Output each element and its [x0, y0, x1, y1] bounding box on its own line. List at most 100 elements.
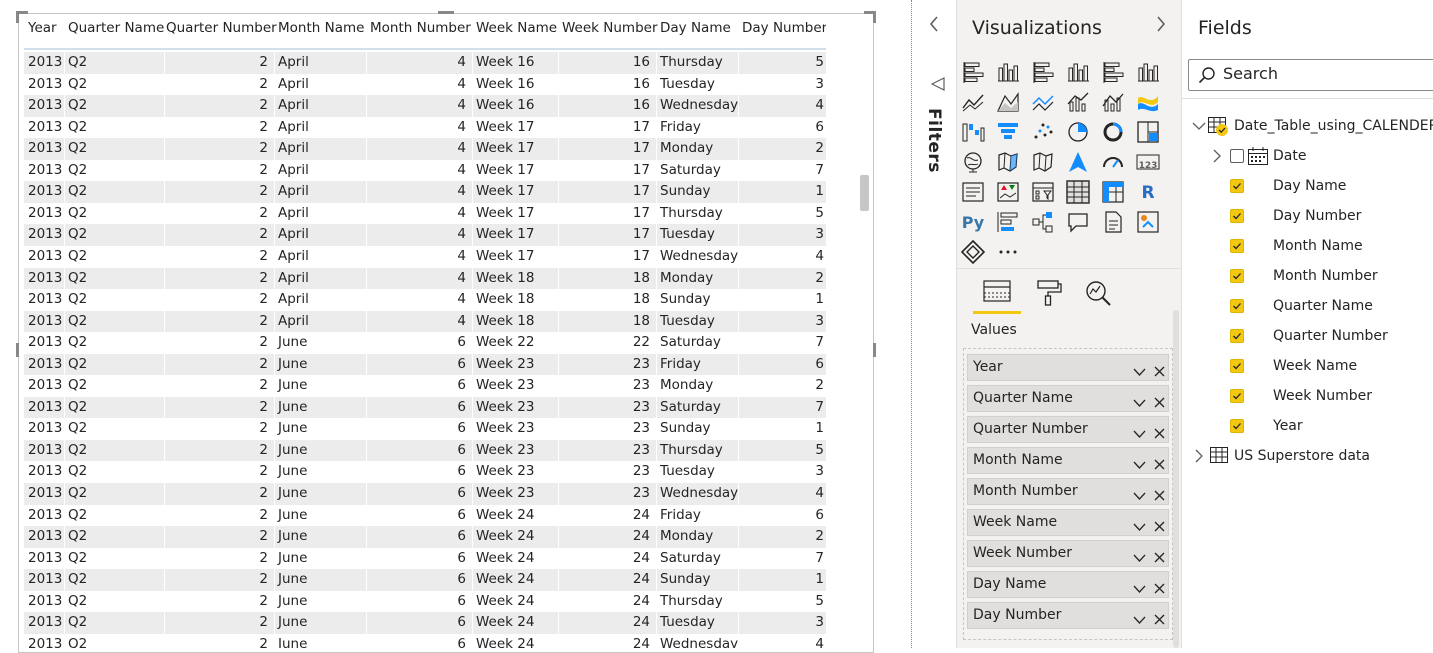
python-visual-icon[interactable]: Py: [961, 210, 985, 234]
header-col-quarter-name[interactable]: Quarter Name: [68, 20, 164, 36]
field-well-month-number[interactable]: Month Number: [967, 478, 1169, 505]
chevron-down-icon[interactable]: [1133, 610, 1146, 629]
table-row[interactable]: 2013 Q2 2 June 6 Week 24 24 Sunday 1: [24, 569, 826, 591]
close-icon[interactable]: [1154, 424, 1165, 443]
chevron-down-icon[interactable]: [1133, 517, 1146, 536]
gauge-icon[interactable]: [1101, 150, 1125, 174]
multi-row-card-icon[interactable]: [961, 180, 985, 204]
table-row[interactable]: 2013 Q2 2 April 4 Week 17 17 Monday 2: [24, 138, 826, 160]
table-row[interactable]: 2013 Q2 2 April 4 Week 17 17 Tuesday 3: [24, 224, 826, 246]
table-row[interactable]: 2013 Q2 2 April 4 Week 16 16 Tuesday 3: [24, 74, 826, 96]
close-icon[interactable]: [1154, 486, 1165, 505]
chevron-left-icon[interactable]: [928, 14, 940, 38]
field-checkbox-checked[interactable]: [1230, 239, 1244, 253]
close-icon[interactable]: [1154, 362, 1165, 381]
table-row[interactable]: 2013 Q2 2 April 4 Week 18 18 Tuesday 3: [24, 310, 826, 333]
filled-map-icon[interactable]: [996, 150, 1020, 174]
field-checkbox[interactable]: [1230, 149, 1244, 163]
field-well-quarter-number[interactable]: Quarter Number: [967, 416, 1169, 443]
power-apps-icon[interactable]: [960, 239, 986, 265]
waterfall-chart-icon[interactable]: [961, 120, 985, 144]
kpi-icon[interactable]: [996, 180, 1020, 204]
field-well-week-number[interactable]: Week Number: [967, 540, 1169, 567]
header-col-day-name[interactable]: Day Name: [660, 20, 731, 36]
field-checkbox-checked[interactable]: [1230, 329, 1244, 343]
field-checkbox-checked[interactable]: [1230, 269, 1244, 283]
chevron-down-icon[interactable]: [1133, 424, 1146, 443]
field-checkbox-checked[interactable]: [1230, 299, 1244, 313]
table-row[interactable]: 2013 Q2 2 June 6 Week 23 23 Saturday 7: [24, 396, 826, 419]
field-well-day-name[interactable]: Day Name: [967, 571, 1169, 598]
header-col-month-number[interactable]: Month Number: [370, 20, 471, 36]
line-and-stacked-column-chart-icon[interactable]: [1066, 90, 1090, 114]
close-icon[interactable]: [1154, 610, 1165, 629]
search-box[interactable]: [1188, 59, 1433, 91]
chevron-down-icon[interactable]: [1133, 455, 1146, 474]
table-row[interactable]: 2013 Q2 2 April 4 Week 17 17 Saturday 7: [24, 160, 826, 182]
chevron-down-icon[interactable]: [1192, 120, 1206, 136]
pane-scrollbar[interactable]: [1173, 310, 1179, 648]
paginated-report-icon[interactable]: [1136, 210, 1160, 234]
chevron-down-icon[interactable]: [1133, 486, 1146, 505]
field-checkbox-checked[interactable]: [1230, 419, 1244, 433]
header-col-day-number[interactable]: Day Number: [742, 20, 826, 36]
smart-narrative-icon[interactable]: [1101, 210, 1125, 234]
chevron-down-icon[interactable]: [1133, 362, 1146, 381]
header-col-week-number[interactable]: Week Number: [562, 20, 658, 36]
fields-tab-icon[interactable]: [982, 278, 1012, 308]
table-row[interactable]: 2013 Q2 2 June 6 Week 24 24 Friday 6: [24, 505, 826, 527]
chevron-right-icon[interactable]: [1194, 449, 1204, 467]
line-and-clustered-column-chart-icon[interactable]: [1101, 90, 1125, 114]
field-well-week-name[interactable]: Week Name: [967, 509, 1169, 536]
field-well-quarter-name[interactable]: Quarter Name: [967, 385, 1169, 412]
card-icon[interactable]: 123: [1136, 150, 1160, 174]
table-row[interactable]: 2013 Q2 2 June 6 Week 23 23 Monday 2: [24, 375, 826, 397]
analytics-magnifier-icon[interactable]: [1083, 278, 1113, 308]
table-row[interactable]: 2013 Q2 2 June 6 Week 24 24 Monday 2: [24, 526, 826, 548]
header-col-month-name[interactable]: Month Name: [278, 20, 364, 36]
table-row[interactable]: 2013 Q2 2 June 6 Week 23 23 Sunday 1: [24, 418, 826, 440]
scatter-chart-icon[interactable]: [1031, 120, 1055, 144]
slicer-icon[interactable]: [1031, 180, 1055, 204]
search-input[interactable]: [1223, 64, 1423, 83]
stacked-area-chart-icon[interactable]: [1031, 90, 1055, 114]
table-row[interactable]: 2013 Q2 2 June 6 Week 23 23 Friday 6: [24, 353, 826, 376]
table-row[interactable]: 2013 Q2 2 April 4 Week 17 17 Wednesday 4: [24, 246, 826, 268]
shape-map-icon[interactable]: [1031, 150, 1055, 174]
table-scrollbar[interactable]: [860, 175, 869, 211]
stacked-bar-chart-icon[interactable]: [961, 60, 985, 84]
table-row[interactable]: 2013 Q2 2 June 6 Week 23 23 Wednesday 4: [24, 483, 826, 505]
donut-chart-icon[interactable]: [1101, 120, 1125, 144]
table-icon[interactable]: [1066, 180, 1090, 204]
table-row[interactable]: 2013 Q2 2 April 4 Week 17 17 Thursday 5: [24, 203, 826, 225]
azure-map-icon[interactable]: [1066, 150, 1090, 174]
close-icon[interactable]: [1154, 579, 1165, 598]
key-influencers-icon[interactable]: [996, 210, 1020, 234]
resize-handle-top-left-v[interactable]: [16, 11, 19, 23]
resize-handle-top-right-v[interactable]: [873, 11, 876, 23]
table-row[interactable]: 2013 Q2 2 April 4 Week 17 17 Friday 6: [24, 117, 826, 139]
table-row[interactable]: 2013 Q2 2 June 6 Week 24 24 Saturday 7: [24, 548, 826, 570]
header-col-quarter-number[interactable]: Quarter Number: [166, 20, 277, 36]
chevron-right-icon[interactable]: [1155, 14, 1167, 38]
table-row[interactable]: 2013 Q2 2 April 4 Week 18 18 Monday 2: [24, 267, 826, 290]
resize-handle-left[interactable]: [16, 343, 19, 357]
table-row[interactable]: 2013 Q2 2 June 6 Week 24 24 Thursday 5: [24, 591, 826, 613]
field-checkbox-checked[interactable]: [1230, 359, 1244, 373]
r-script-visual-icon[interactable]: R: [1136, 180, 1160, 204]
matrix-icon[interactable]: [1101, 180, 1125, 204]
table-row[interactable]: 2013 Q2 2 April 4 Week 16 16 Wednesday 4: [24, 95, 826, 117]
chevron-right-icon[interactable]: [1212, 149, 1222, 167]
stacked-column-chart-icon[interactable]: [996, 60, 1020, 84]
table-row[interactable]: 2013 Q2 2 April 4 Week 18 18 Sunday 1: [24, 289, 826, 311]
decomposition-tree-icon[interactable]: [1031, 210, 1055, 234]
chevron-down-icon[interactable]: [1133, 579, 1146, 598]
pie-chart-icon[interactable]: [1066, 120, 1090, 144]
field-well-year[interactable]: Year: [967, 354, 1169, 381]
chevron-down-icon[interactable]: [1133, 548, 1146, 567]
table-row[interactable]: 2013 Q2 2 June 6 Week 22 22 Saturday 7: [24, 332, 826, 354]
close-icon[interactable]: [1154, 517, 1165, 536]
funnel-chart-icon[interactable]: [996, 120, 1020, 144]
qa-visual-icon[interactable]: [1066, 210, 1090, 234]
field-checkbox-checked[interactable]: [1230, 179, 1244, 193]
